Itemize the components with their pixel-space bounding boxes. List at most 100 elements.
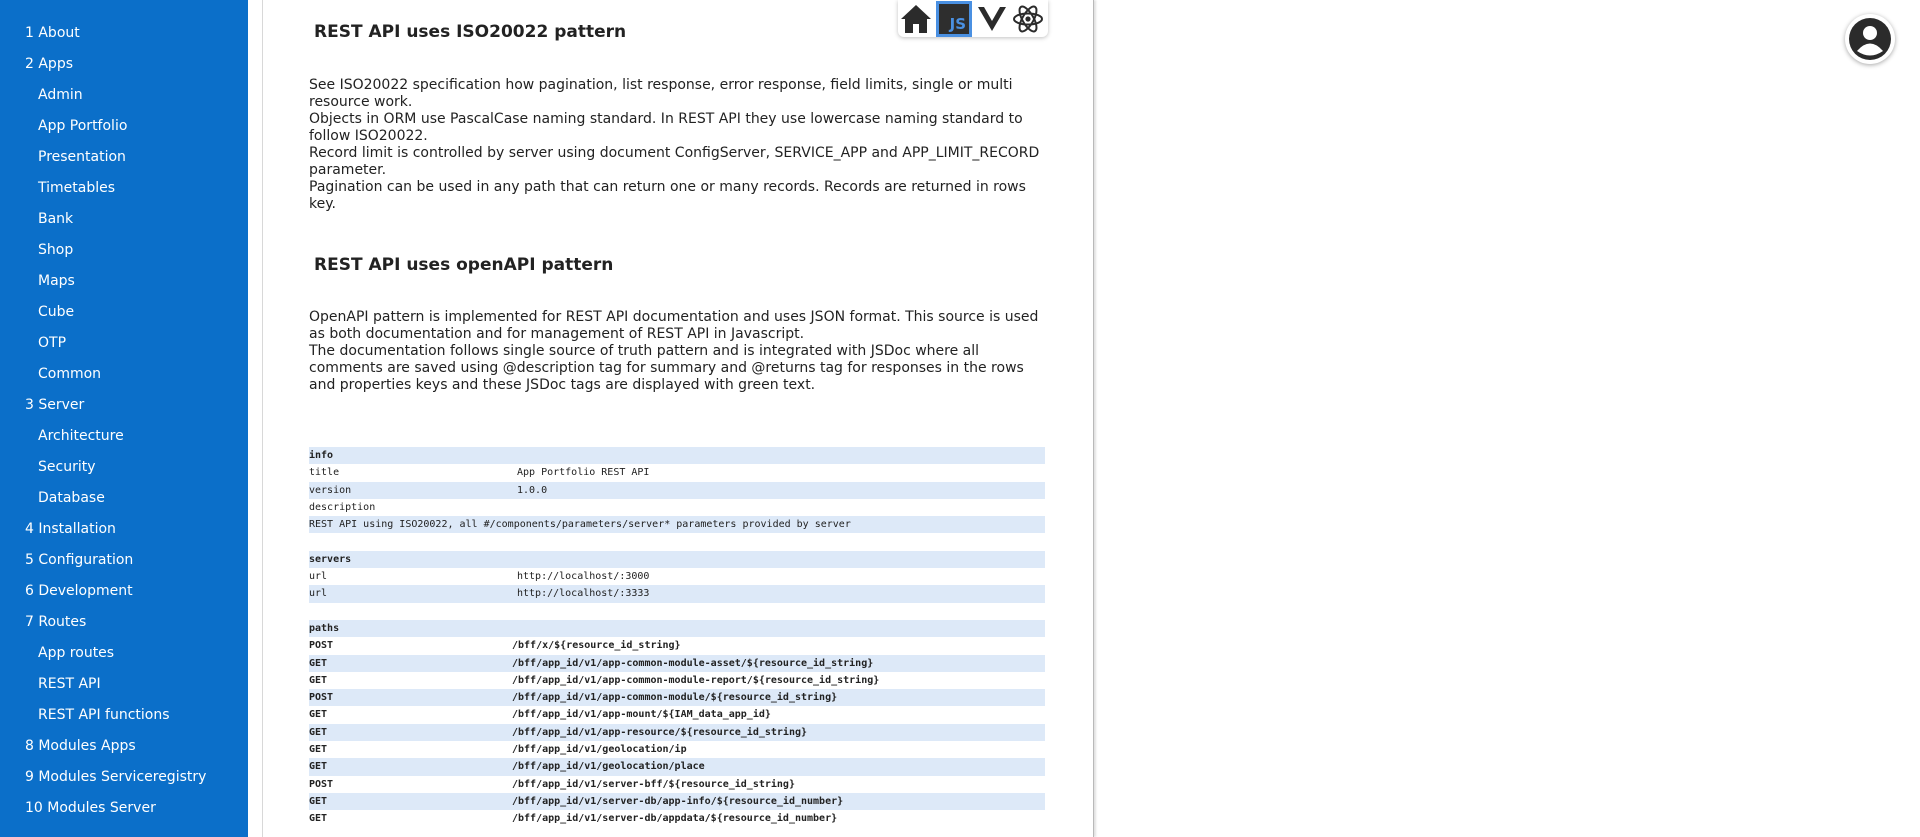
sidebar-item[interactable]: Architecture [38,428,124,444]
sidebar-item[interactable]: OTP [38,335,66,351]
table-cell: http://localhost/:3000 [517,571,650,583]
table-cell: url [309,588,328,600]
table-cell: http://localhost/:3333 [517,588,650,600]
sidebar-item[interactable]: 1 About [25,25,80,41]
table-cell: url [309,571,328,583]
section-iso20022-text: See ISO20022 specification how paginatio… [309,77,1049,213]
section-title-openapi: REST API uses openAPI pattern [314,255,614,275]
framework-switcher: JS [898,0,1048,37]
sidebar-item[interactable]: 3 Server [25,397,84,413]
sidebar-item[interactable]: Bank [38,211,73,227]
sidebar-item[interactable]: Presentation [38,149,126,165]
vue-icon[interactable] [974,1,1010,37]
section-openapi-text: OpenAPI pattern is implemented for REST … [309,309,1049,394]
table-row: description [309,499,1045,516]
paragraph: OpenAPI pattern is implemented for REST … [309,309,1039,342]
table-row: POST/bff/x/${resource_id_string} [309,637,1045,654]
table-cell: /bff/app_id/v1/geolocation/ip [512,744,687,756]
table-cell: /bff/app_id/v1/app-mount/${IAM_data_app_… [512,709,771,721]
table-cell: paths [309,622,340,634]
table-cell: /bff/x/${resource_id_string} [512,640,681,652]
section-title-iso20022: REST API uses ISO20022 pattern [314,22,627,42]
table-row: url http://localhost/:3333 [309,585,1045,603]
paragraph: See ISO20022 specification how paginatio… [309,77,1013,110]
sidebar-item[interactable]: 7 Routes [25,614,86,630]
table-cell: GET [309,744,328,756]
sidebar-item[interactable]: 8 Modules Apps [25,738,136,754]
table-row: GET/bff/app_id/v1/geolocation/ip [309,741,1045,758]
sidebar-item[interactable]: 5 Configuration [25,552,133,568]
paragraph: Record limit is controlled by server usi… [309,145,1040,178]
sidebar-item[interactable]: 6 Development [25,583,133,599]
paragraph: Pagination can be used in any path that … [309,179,1026,212]
sidebar-item[interactable]: Shop [38,242,73,258]
table-section-header: paths [309,619,1045,638]
table-row: GET/bff/app_id/v1/app-common-module-repo… [309,672,1045,689]
table-row: GET/bff/app_id/v1/app-resource/${resourc… [309,723,1045,742]
table-cell: /bff/app_id/v1/geolocation/place [512,761,705,773]
sidebar-item[interactable]: Common [38,366,101,382]
table-row: GET/bff/app_id/v1/app-mount/${IAM_data_a… [309,706,1045,723]
sidebar-item[interactable]: REST API [38,676,101,692]
user-avatar-button[interactable] [1845,14,1895,64]
user-icon [1849,18,1891,60]
table-row: POST/bff/app_id/v1/app-common-module/${r… [309,689,1045,707]
sidebar-item[interactable]: 9 Modules Serviceregistry [25,769,206,785]
table-cell: App Portfolio REST API [517,467,650,479]
table-spacer-row [309,603,1045,620]
left-gutter [248,0,262,837]
sidebar-item[interactable]: 10 Modules Server [25,800,156,816]
table-cell: GET [309,795,328,807]
table-row: GET/bff/app_id/v1/app-common-module-asse… [309,654,1045,672]
sidebar-item[interactable]: Timetables [38,180,115,196]
sidebar-item[interactable]: REST API functions [38,707,170,723]
table-row: title App Portfolio REST API [309,464,1045,481]
sidebar-item[interactable]: Admin [38,87,83,103]
table-cell: info [309,450,334,461]
paragraph: The documentation follows single source … [309,343,1024,393]
sidebar-item[interactable]: 4 Installation [25,521,116,537]
table-row: GET/bff/app_id/v1/geolocation/place [309,758,1045,776]
table-row: POST/bff/app_id/v1/server-bff/${resource… [309,776,1045,793]
table-cell: title [309,467,340,479]
table-cell: GET [309,761,328,773]
sidebar-item[interactable]: Cube [38,304,74,320]
table-cell: GET [309,709,328,721]
table-cell: POST [309,640,334,652]
openapi-table: info title App Portfolio REST API version 1.… [309,447,1045,828]
sidebar-item[interactable]: App routes [38,645,114,661]
table-section-header: servers [309,550,1045,569]
table-row: GET/bff/app_id/v1/server-db/app-info/${r… [309,792,1045,811]
sidebar-item[interactable]: App Portfolio [38,118,127,134]
table-cell: servers [309,553,352,565]
table-row: url http://localhost/:3000 [309,568,1045,585]
table-cell: /bff/app_id/v1/app-common-module-report/… [512,674,880,686]
table-row: GET/bff/app_id/v1/server-db/appdata/${re… [309,810,1045,827]
js-label: JS [949,15,966,33]
table-spacer-row [309,533,1045,550]
table-cell: version [309,484,352,496]
table-row: version 1.0.0 [309,481,1045,499]
table-cell: /bff/app_id/v1/server-db/app-info/${reso… [512,795,844,807]
table-cell: /bff/app_id/v1/app-common-module-asset/$… [512,657,874,669]
sidebar-item[interactable]: 2 Apps [25,56,73,72]
sidebar-item[interactable]: Maps [38,273,75,289]
table-cell: /bff/app_id/v1/server-bff/${resource_id_… [512,778,795,790]
table-cell: REST API using ISO20022, all #/component… [309,519,851,531]
home-icon[interactable] [898,1,934,37]
table-row: REST API using ISO20022, all #/component… [309,516,1045,534]
table-cell: POST [309,692,334,704]
paragraph: Objects in ORM use PascalCase naming sta… [309,111,1023,144]
react-icon[interactable] [1010,1,1046,37]
table-cell: /bff/app_id/v1/app-common-module/${resou… [512,692,838,704]
table-cell: /bff/app_id/v1/server-db/appdata/${resou… [512,813,838,825]
sidebar-item[interactable]: Database [38,490,105,506]
table-cell: GET [309,813,328,825]
javascript-icon[interactable]: JS [936,1,972,37]
table-cell: 1.0.0 [517,484,548,496]
sidebar-item[interactable]: Security [38,459,96,475]
sidebar-nav: 1 About 2 Apps Admin App Portfolio Presentat… [0,0,248,837]
table-cell: POST [309,778,334,790]
table-cell: GET [309,726,328,738]
document-panel: REST API uses ISO20022 pattern See ISO20… [262,0,1094,837]
